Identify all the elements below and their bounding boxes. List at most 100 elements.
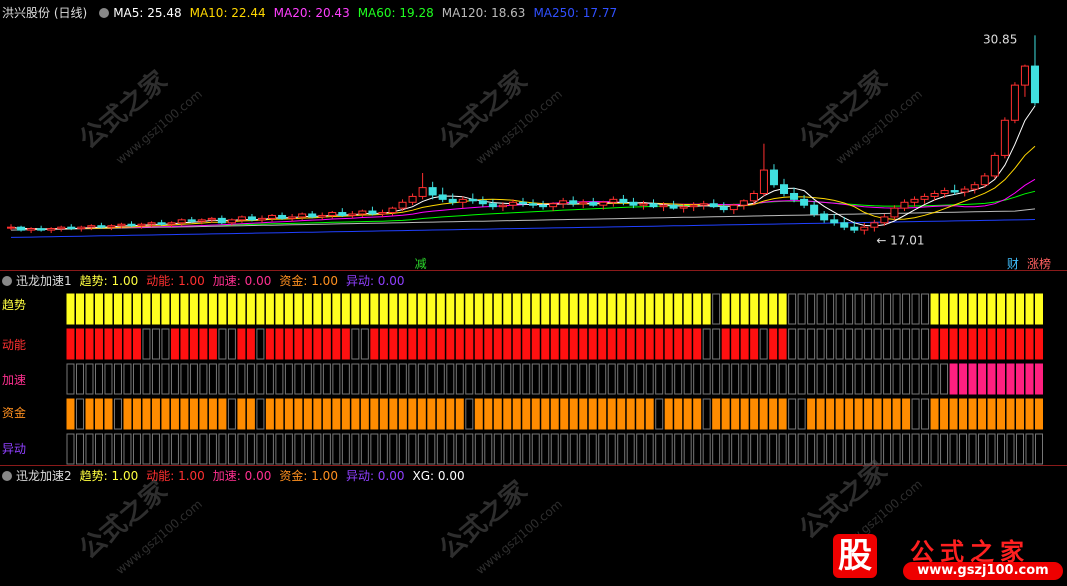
signal-cell-anomaly <box>997 433 1006 465</box>
ind2-name[interactable]: 迅龙加速2 <box>16 469 72 483</box>
signal-cell-anomaly <box>987 433 996 465</box>
ind1-trend: 趋势: 1.00 <box>79 274 139 288</box>
signal-cell-energy <box>313 328 322 360</box>
signal-cell-accel <box>569 363 578 395</box>
signal-cell-trend <box>541 293 550 325</box>
candle-body <box>157 222 166 225</box>
signal-cell-energy <box>522 328 531 360</box>
signal-cell-fund <box>902 398 911 430</box>
signal-cell-energy <box>550 328 559 360</box>
signal-cell-energy <box>341 328 350 360</box>
candle-body <box>729 204 738 211</box>
signal-cell-anomaly <box>132 433 141 465</box>
signal-cell-fund <box>598 398 607 430</box>
signal-cell-fund <box>636 398 645 430</box>
signal-cell-trend <box>664 293 673 325</box>
signal-cell-accel <box>322 363 331 395</box>
signal-cell-fund <box>750 398 759 430</box>
candle-body <box>559 200 568 205</box>
signal-cell-fund <box>702 398 711 430</box>
candle-body <box>619 198 628 203</box>
signal-cell-energy <box>1035 328 1044 360</box>
signal-cell-energy <box>227 328 236 360</box>
site-logo: 股 公式之家 www.gszj100.com <box>825 530 1065 586</box>
signal-cell-energy <box>332 328 341 360</box>
signal-cell-anomaly <box>408 433 417 465</box>
signal-cell-trend <box>75 293 84 325</box>
ind1-name[interactable]: 迅龙加速1 <box>16 274 72 288</box>
chevron-down-icon[interactable] <box>99 8 110 18</box>
candle-body <box>167 222 176 225</box>
candle-body <box>1030 65 1039 104</box>
signal-cell-anomaly <box>170 433 179 465</box>
candle-body <box>398 201 407 209</box>
signal-cell-energy <box>835 328 844 360</box>
signal-cell-anomaly <box>417 433 426 465</box>
signal-cell-accel <box>902 363 911 395</box>
chevron-down-icon[interactable] <box>2 471 12 481</box>
candle-body <box>147 222 156 225</box>
ind2-xg: XG: 0.00 <box>412 469 465 483</box>
signal-cell-anomaly <box>940 433 949 465</box>
signal-cell-trend <box>113 293 122 325</box>
signal-cell-anomaly <box>712 433 721 465</box>
signal-cell-fund <box>351 398 360 430</box>
signal-cell-anomaly <box>626 433 635 465</box>
signal-cell-trend <box>807 293 816 325</box>
signal-cell-accel <box>816 363 825 395</box>
signal-cell-energy <box>816 328 825 360</box>
signal-cell-fund <box>892 398 901 430</box>
candle-body <box>920 195 929 200</box>
candle-body <box>338 212 347 216</box>
signal-cell-fund <box>237 398 246 430</box>
signal-cell-fund <box>531 398 540 430</box>
candle-body <box>197 219 206 222</box>
signal-cell-anomaly <box>455 433 464 465</box>
signal-cell-accel <box>446 363 455 395</box>
signal-cell-accel <box>512 363 521 395</box>
ind2-accel: 加速: 0.00 <box>212 469 272 483</box>
candle-body <box>378 212 387 215</box>
chevron-down-icon[interactable] <box>2 276 12 286</box>
signal-cell-fund <box>465 398 474 430</box>
signal-cell-fund <box>341 398 350 430</box>
signal-cell-anomaly <box>379 433 388 465</box>
signal-cell-fund <box>294 398 303 430</box>
signal-cell-accel <box>588 363 597 395</box>
candle-body <box>137 223 146 227</box>
signal-cell-anomaly <box>189 433 198 465</box>
signal-cell-fund <box>968 398 977 430</box>
signal-cell-fund <box>170 398 179 430</box>
candle-body <box>408 195 417 203</box>
signal-cell-energy <box>398 328 407 360</box>
signal-cell-fund <box>436 398 445 430</box>
signal-cell-anomaly <box>94 433 103 465</box>
candle-body <box>930 192 939 197</box>
signal-cell-anomaly <box>294 433 303 465</box>
signal-cell-fund <box>284 398 293 430</box>
signal-cell-fund <box>645 398 654 430</box>
row-label-energy: 动能 <box>2 338 27 352</box>
signal-cell-energy <box>930 328 939 360</box>
candle-body <box>1010 84 1019 121</box>
signal-cell-fund <box>113 398 122 430</box>
signal-cell-anomaly <box>208 433 217 465</box>
stock-name[interactable]: 洪兴股份 (日线) <box>2 6 87 20</box>
signal-cell-anomaly <box>588 433 597 465</box>
signal-cell-trend <box>550 293 559 325</box>
signal-cell-energy <box>911 328 920 360</box>
signal-cell-anomaly <box>721 433 730 465</box>
signal-cell-energy <box>598 328 607 360</box>
signal-cell-accel <box>788 363 797 395</box>
signal-cell-accel <box>911 363 920 395</box>
signal-cell-fund <box>778 398 787 430</box>
candle-body <box>589 201 598 206</box>
signal-cell-energy <box>455 328 464 360</box>
signal-cell-energy <box>512 328 521 360</box>
signal-cell-fund <box>427 398 436 430</box>
candle-body <box>940 190 949 194</box>
signal-cell-anomaly <box>389 433 398 465</box>
signal-cell-fund <box>740 398 749 430</box>
candle-body <box>107 225 116 228</box>
signal-cell-fund <box>142 398 151 430</box>
